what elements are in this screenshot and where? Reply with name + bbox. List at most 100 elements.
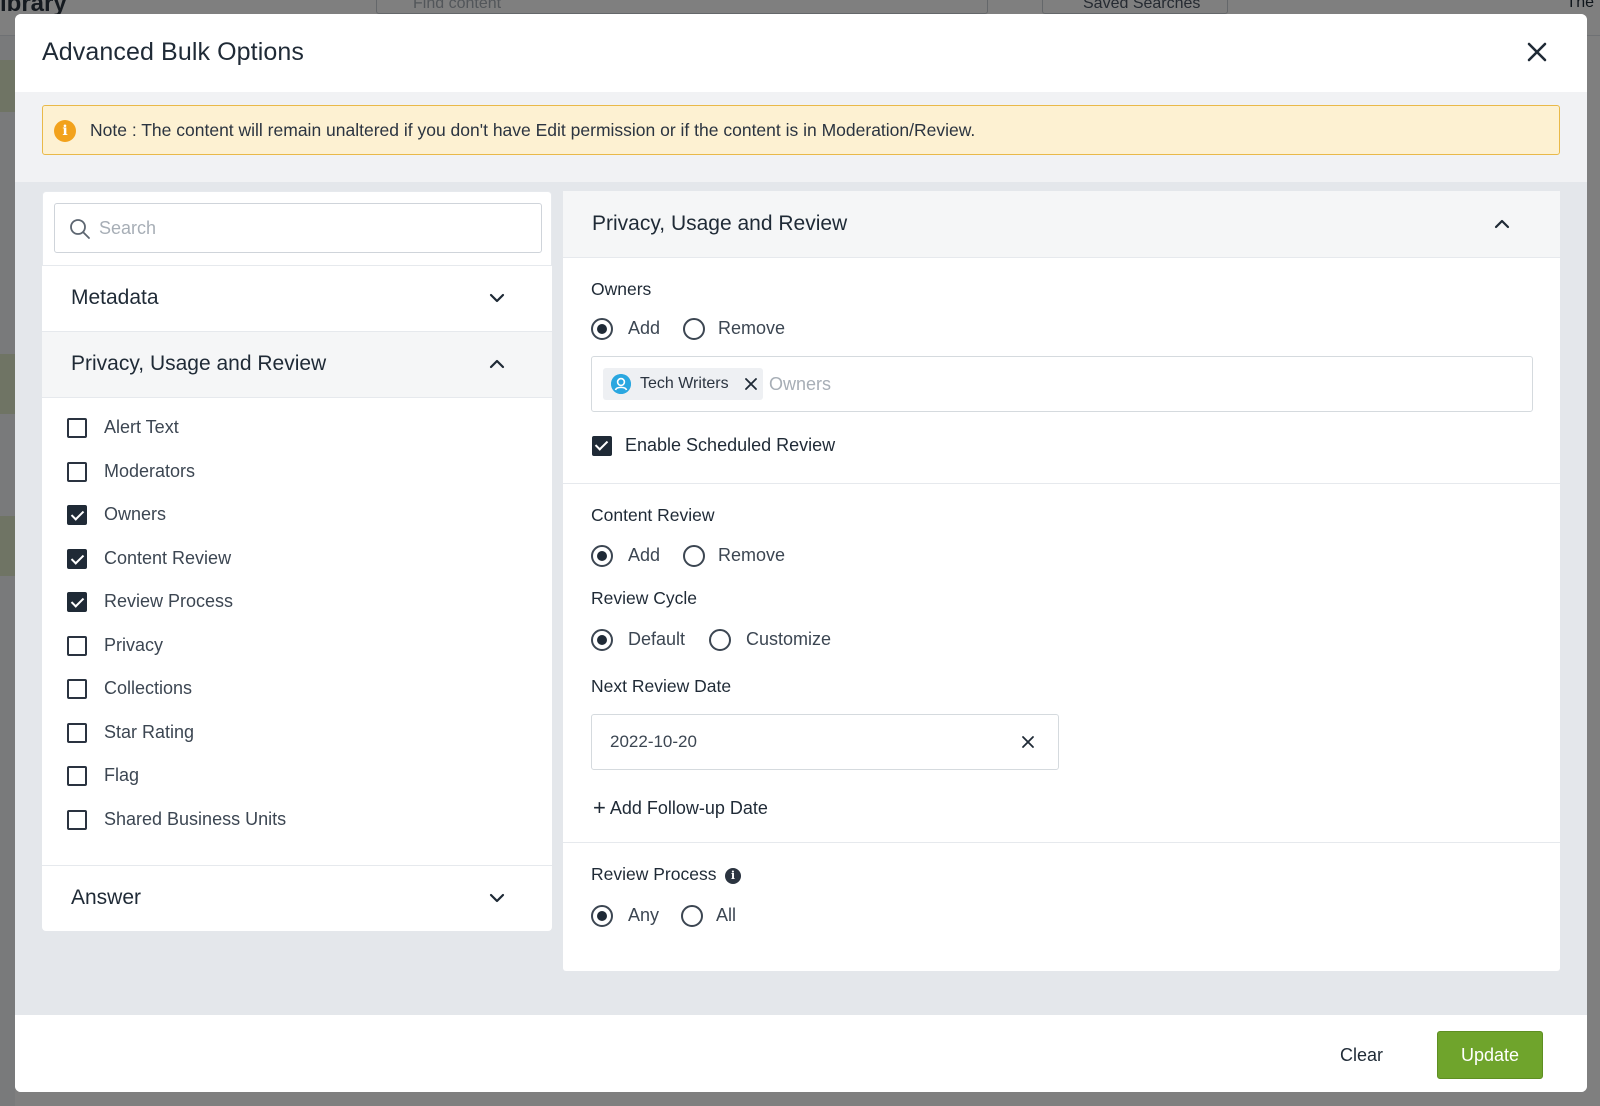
add-followup-date-label: Add Follow-up Date	[609, 798, 768, 818]
owners-mode-radio-group: Add Remove	[591, 316, 891, 342]
section-answer-label: Answer	[71, 886, 142, 909]
option-label: Star Rating	[104, 721, 195, 742]
option-label: Shared Business Units	[104, 808, 287, 829]
owners-input[interactable]	[769, 369, 1469, 399]
user-group-icon	[611, 374, 631, 394]
review-cycle-default-label: Default	[628, 629, 686, 649]
divider	[563, 483, 1560, 484]
privacy-panel-header[interactable]: Privacy, Usage and Review	[563, 191, 1560, 258]
options-search-field[interactable]	[54, 203, 542, 253]
option-collections[interactable]: Collections	[42, 669, 552, 713]
option-label: Collections	[104, 678, 193, 698]
option-label: Review Process	[104, 591, 234, 611]
owners-label: Owners	[591, 279, 652, 299]
owners-add-label: Add	[628, 318, 661, 338]
option-star-rating[interactable]: Star Rating	[42, 713, 552, 757]
option-label: Content Review	[104, 547, 232, 568]
checkbox[interactable]	[67, 766, 87, 786]
clear-button[interactable]: Clear	[1326, 1032, 1397, 1078]
next-review-date-label: Next Review Date	[591, 676, 732, 696]
checkbox-checked[interactable]	[67, 548, 87, 569]
review-cycle-label: Review Cycle	[591, 588, 697, 608]
content-review-radio-group: Add Remove	[591, 543, 891, 569]
next-review-date-input[interactable]	[610, 727, 990, 757]
dialog-header: Advanced Bulk Options	[15, 14, 1587, 92]
review-cycle-radio-group: Default Customize	[591, 627, 891, 653]
option-review-process[interactable]: Review Process	[42, 582, 552, 626]
option-label: Moderators	[104, 460, 196, 481]
review-process-label: Review Process	[591, 864, 717, 884]
content-review-add-label: Add	[628, 545, 661, 565]
update-button[interactable]: Update	[1437, 1031, 1543, 1079]
option-shared-business-units[interactable]: Shared Business Units	[42, 800, 552, 844]
option-flag[interactable]: Flag	[42, 756, 552, 800]
next-review-date-field[interactable]	[591, 714, 1059, 770]
content-review-label: Content Review	[591, 505, 715, 525]
section-privacy-header[interactable]: Privacy, Usage and Review	[42, 331, 552, 397]
owner-chip: Tech Writers	[603, 368, 763, 400]
checkbox[interactable]	[67, 722, 87, 743]
chevron-up-icon	[489, 359, 505, 369]
owners-remove-label: Remove	[718, 318, 786, 338]
review-process-any-label: Any	[628, 905, 660, 925]
enable-scheduled-review-checkbox[interactable]	[592, 436, 612, 456]
owners-remove-radio[interactable]	[683, 318, 705, 340]
note-area: i Note : The content will remain unalter…	[15, 92, 1587, 182]
option-owners[interactable]: Owners	[42, 495, 552, 539]
chevron-down-icon	[489, 893, 505, 903]
owners-field[interactable]: Tech Writers	[591, 356, 1533, 412]
advanced-bulk-options-dialog: Advanced Bulk Options i Note : The conte…	[15, 14, 1587, 1092]
remove-chip-icon[interactable]	[743, 376, 759, 392]
section-privacy-body: Alert Text Moderators Owners Content Rev…	[42, 397, 552, 865]
checkbox[interactable]	[67, 809, 87, 830]
privacy-panel-title: Privacy, Usage and Review	[592, 212, 848, 235]
option-content-review[interactable]: Content Review	[42, 539, 552, 583]
review-cycle-customize-label: Customize	[746, 629, 832, 649]
review-cycle-default-radio[interactable]	[591, 629, 613, 651]
close-icon	[1527, 42, 1547, 62]
checkbox[interactable]	[67, 461, 87, 482]
dialog-title: Advanced Bulk Options	[42, 38, 304, 66]
close-button[interactable]	[1523, 38, 1551, 66]
content-review-add-radio[interactable]	[591, 545, 613, 567]
info-icon[interactable]: i	[725, 868, 741, 884]
chevron-up-icon	[1494, 219, 1510, 229]
checkbox-checked[interactable]	[67, 592, 87, 612]
note-banner: i Note : The content will remain unalter…	[42, 105, 1560, 155]
section-answer-header[interactable]: Answer	[42, 865, 552, 931]
checkbox[interactable]	[67, 679, 87, 699]
review-process-all-radio[interactable]	[681, 905, 703, 927]
owners-add-radio[interactable]	[591, 318, 613, 340]
option-label: Flag	[104, 765, 140, 785]
chevron-down-icon	[489, 293, 505, 303]
checkbox[interactable]	[67, 418, 87, 438]
section-privacy-label: Privacy, Usage and Review	[71, 352, 327, 375]
note-text: Note : The content will remain unaltered…	[90, 120, 976, 140]
option-label: Alert Text	[104, 417, 179, 437]
options-search-input[interactable]	[99, 204, 529, 252]
divider	[563, 842, 1560, 843]
search-icon	[70, 219, 90, 239]
content-review-remove-radio[interactable]	[683, 545, 705, 567]
enable-scheduled-review-label: Enable Scheduled Review	[625, 435, 836, 455]
option-label: Privacy	[104, 634, 164, 655]
review-cycle-customize-radio[interactable]	[709, 629, 731, 651]
options-search-area	[42, 191, 552, 265]
option-moderators[interactable]: Moderators	[42, 452, 552, 496]
option-alert-text[interactable]: Alert Text	[42, 408, 552, 452]
add-followup-date-button[interactable]: + Add Follow-up Date	[593, 795, 768, 821]
checkbox-checked[interactable]	[67, 505, 87, 525]
clear-date-icon[interactable]	[1020, 734, 1036, 750]
dialog-footer: Clear Update	[15, 1015, 1587, 1092]
section-metadata-label: Metadata	[71, 286, 159, 309]
options-list-panel: Metadata Privacy, Usage and Review Alert…	[42, 191, 552, 931]
review-process-any-radio[interactable]	[591, 905, 613, 927]
checkbox[interactable]	[67, 635, 87, 656]
plus-icon: +	[593, 795, 606, 820]
review-process-all-label: All	[716, 905, 737, 925]
info-warning-icon: i	[54, 120, 76, 142]
option-privacy[interactable]: Privacy	[42, 626, 552, 670]
content-review-remove-label: Remove	[718, 545, 786, 565]
section-metadata-header[interactable]: Metadata	[42, 265, 552, 331]
option-label: Owners	[104, 504, 167, 524]
